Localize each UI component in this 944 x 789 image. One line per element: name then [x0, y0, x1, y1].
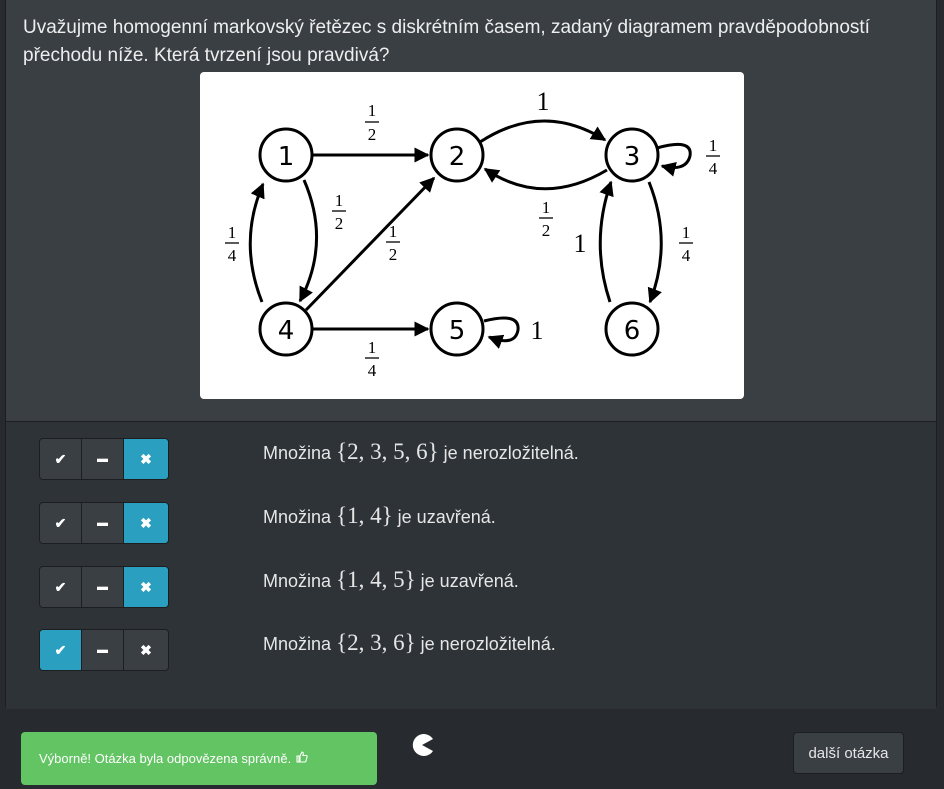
pacman-icon	[410, 733, 434, 757]
label-1-4: 1 2	[332, 191, 346, 233]
svg-text:4: 4	[709, 159, 718, 178]
minus-icon: ▬	[97, 581, 108, 593]
answer-toggle-group: ✔ ▬ ✖	[39, 438, 169, 480]
false-button[interactable]: ✖	[124, 567, 168, 607]
edge-6-3	[598, 180, 614, 303]
answer-toggle-group: ✔ ▬ ✖	[39, 629, 169, 671]
false-button[interactable]: ✖	[124, 630, 168, 670]
state-4-node: 4	[258, 301, 314, 357]
svg-text:1: 1	[709, 136, 718, 155]
statement-row: ✔ ▬ ✖ Množina {1, 4} je uzavřená.	[6, 502, 936, 544]
svg-text:2: 2	[449, 142, 466, 172]
svg-text:4: 4	[228, 246, 237, 265]
false-button[interactable]: ✖	[124, 503, 168, 543]
svg-text:4: 4	[368, 361, 377, 380]
answer-toggle-group: ✔ ▬ ✖	[39, 502, 169, 544]
edge-2-3	[479, 119, 607, 144]
edge-1-4	[298, 179, 318, 303]
svg-text:4: 4	[278, 316, 295, 346]
svg-text:1: 1	[335, 191, 344, 210]
minus-icon: ▬	[97, 517, 108, 529]
label-2-3: 1	[537, 87, 550, 116]
statement-text: Množina {2, 3, 5, 6} je nerozložitelná.	[263, 439, 579, 464]
next-question-button[interactable]: další otázka	[793, 732, 904, 774]
answer-toggle-group: ✔ ▬ ✖	[39, 566, 169, 608]
statement-text: Množina {2, 3, 6} je nerozložitelná.	[263, 630, 556, 655]
answers-section: ✔ ▬ ✖ Množina {2, 3, 5, 6} je nerozložit…	[6, 421, 936, 709]
statement-row: ✔ ▬ ✖ Množina {2, 3, 6} je nerozložiteln…	[6, 629, 936, 671]
svg-text:1: 1	[278, 142, 295, 172]
true-button[interactable]: ✔	[40, 503, 82, 543]
state-6-node: 6	[604, 301, 660, 357]
label-3-2: 1 2	[539, 198, 553, 240]
edge-5-5	[483, 316, 520, 349]
success-message: Výborně! Otázka byla odpovězena správně.	[39, 751, 292, 766]
state-2-node: 2	[429, 127, 485, 183]
label-6-3: 1	[574, 229, 587, 258]
statement-text: Množina {1, 4} je uzavřená.	[263, 503, 496, 528]
label-5-5: 1	[531, 316, 544, 345]
label-4-2: 1 2	[386, 222, 400, 264]
question-text: Uvažujme homogenní markovský řetězec s d…	[23, 17, 870, 66]
svg-text:4: 4	[682, 246, 691, 265]
svg-text:3: 3	[624, 142, 641, 172]
false-button[interactable]: ✖	[124, 439, 168, 479]
true-button[interactable]: ✔	[40, 630, 82, 670]
label-4-5: 1 4	[365, 338, 379, 380]
edge-3-2	[483, 167, 608, 191]
minus-icon: ▬	[97, 453, 108, 465]
check-icon: ✔	[54, 578, 67, 595]
statement-text: Množina {1, 4, 5} je uzavřená.	[263, 567, 519, 592]
neutral-button[interactable]: ▬	[82, 567, 124, 607]
markov-chain-diagram: 1 2 3 4 5 6 1 2 1 1 2 1 4 1 2 1 4 1 2 1 …	[200, 72, 744, 399]
cross-icon: ✖	[140, 514, 152, 531]
label-4-1: 1 4	[225, 223, 239, 265]
statement-row: ✔ ▬ ✖ Množina {1, 4, 5} je uzavřená.	[6, 566, 936, 608]
check-icon: ✔	[54, 514, 67, 531]
check-icon: ✔	[54, 450, 67, 467]
edge-3-6	[647, 181, 663, 304]
set-expression: {1, 4, 5}	[336, 567, 416, 592]
svg-text:1: 1	[368, 101, 377, 120]
svg-text:2: 2	[389, 245, 398, 264]
state-1-node: 1	[258, 127, 314, 183]
edge-4-2	[304, 176, 436, 312]
svg-text:2: 2	[542, 221, 551, 240]
svg-text:1: 1	[368, 338, 377, 357]
true-button[interactable]: ✔	[40, 439, 82, 479]
set-expression: {2, 3, 5, 6}	[336, 439, 439, 464]
label-3-3: 1 4	[706, 136, 720, 178]
question-panel: Uvažujme homogenní markovský řetězec s d…	[5, 0, 937, 709]
set-expression: {1, 4}	[336, 503, 393, 528]
svg-text:1: 1	[542, 198, 551, 217]
state-5-node: 5	[429, 301, 485, 357]
label-3-6: 1 4	[679, 223, 693, 265]
success-alert: Výborně! Otázka byla odpovězena správně.	[21, 732, 377, 785]
svg-text:2: 2	[368, 125, 377, 144]
cross-icon: ✖	[140, 578, 152, 595]
svg-text:6: 6	[624, 316, 641, 346]
svg-text:2: 2	[335, 214, 344, 233]
true-button[interactable]: ✔	[40, 567, 82, 607]
cross-icon: ✖	[140, 450, 152, 467]
thumbs-up-icon	[296, 751, 308, 766]
check-icon: ✔	[54, 641, 67, 658]
svg-text:5: 5	[449, 316, 466, 346]
edge-4-1	[248, 182, 265, 303]
svg-text:1: 1	[228, 223, 237, 242]
label-1-2: 1 2	[365, 101, 379, 144]
neutral-button[interactable]: ▬	[82, 439, 124, 479]
neutral-button[interactable]: ▬	[82, 503, 124, 543]
minus-icon: ▬	[97, 644, 108, 656]
cross-icon: ✖	[140, 641, 152, 658]
state-3-node: 3	[604, 127, 660, 183]
set-expression: {2, 3, 6}	[336, 630, 416, 655]
neutral-button[interactable]: ▬	[82, 630, 124, 670]
statement-row: ✔ ▬ ✖ Množina {2, 3, 5, 6} je nerozložit…	[6, 438, 936, 480]
edge-3-3	[656, 142, 692, 177]
svg-text:1: 1	[389, 222, 398, 241]
svg-text:1: 1	[682, 223, 691, 242]
